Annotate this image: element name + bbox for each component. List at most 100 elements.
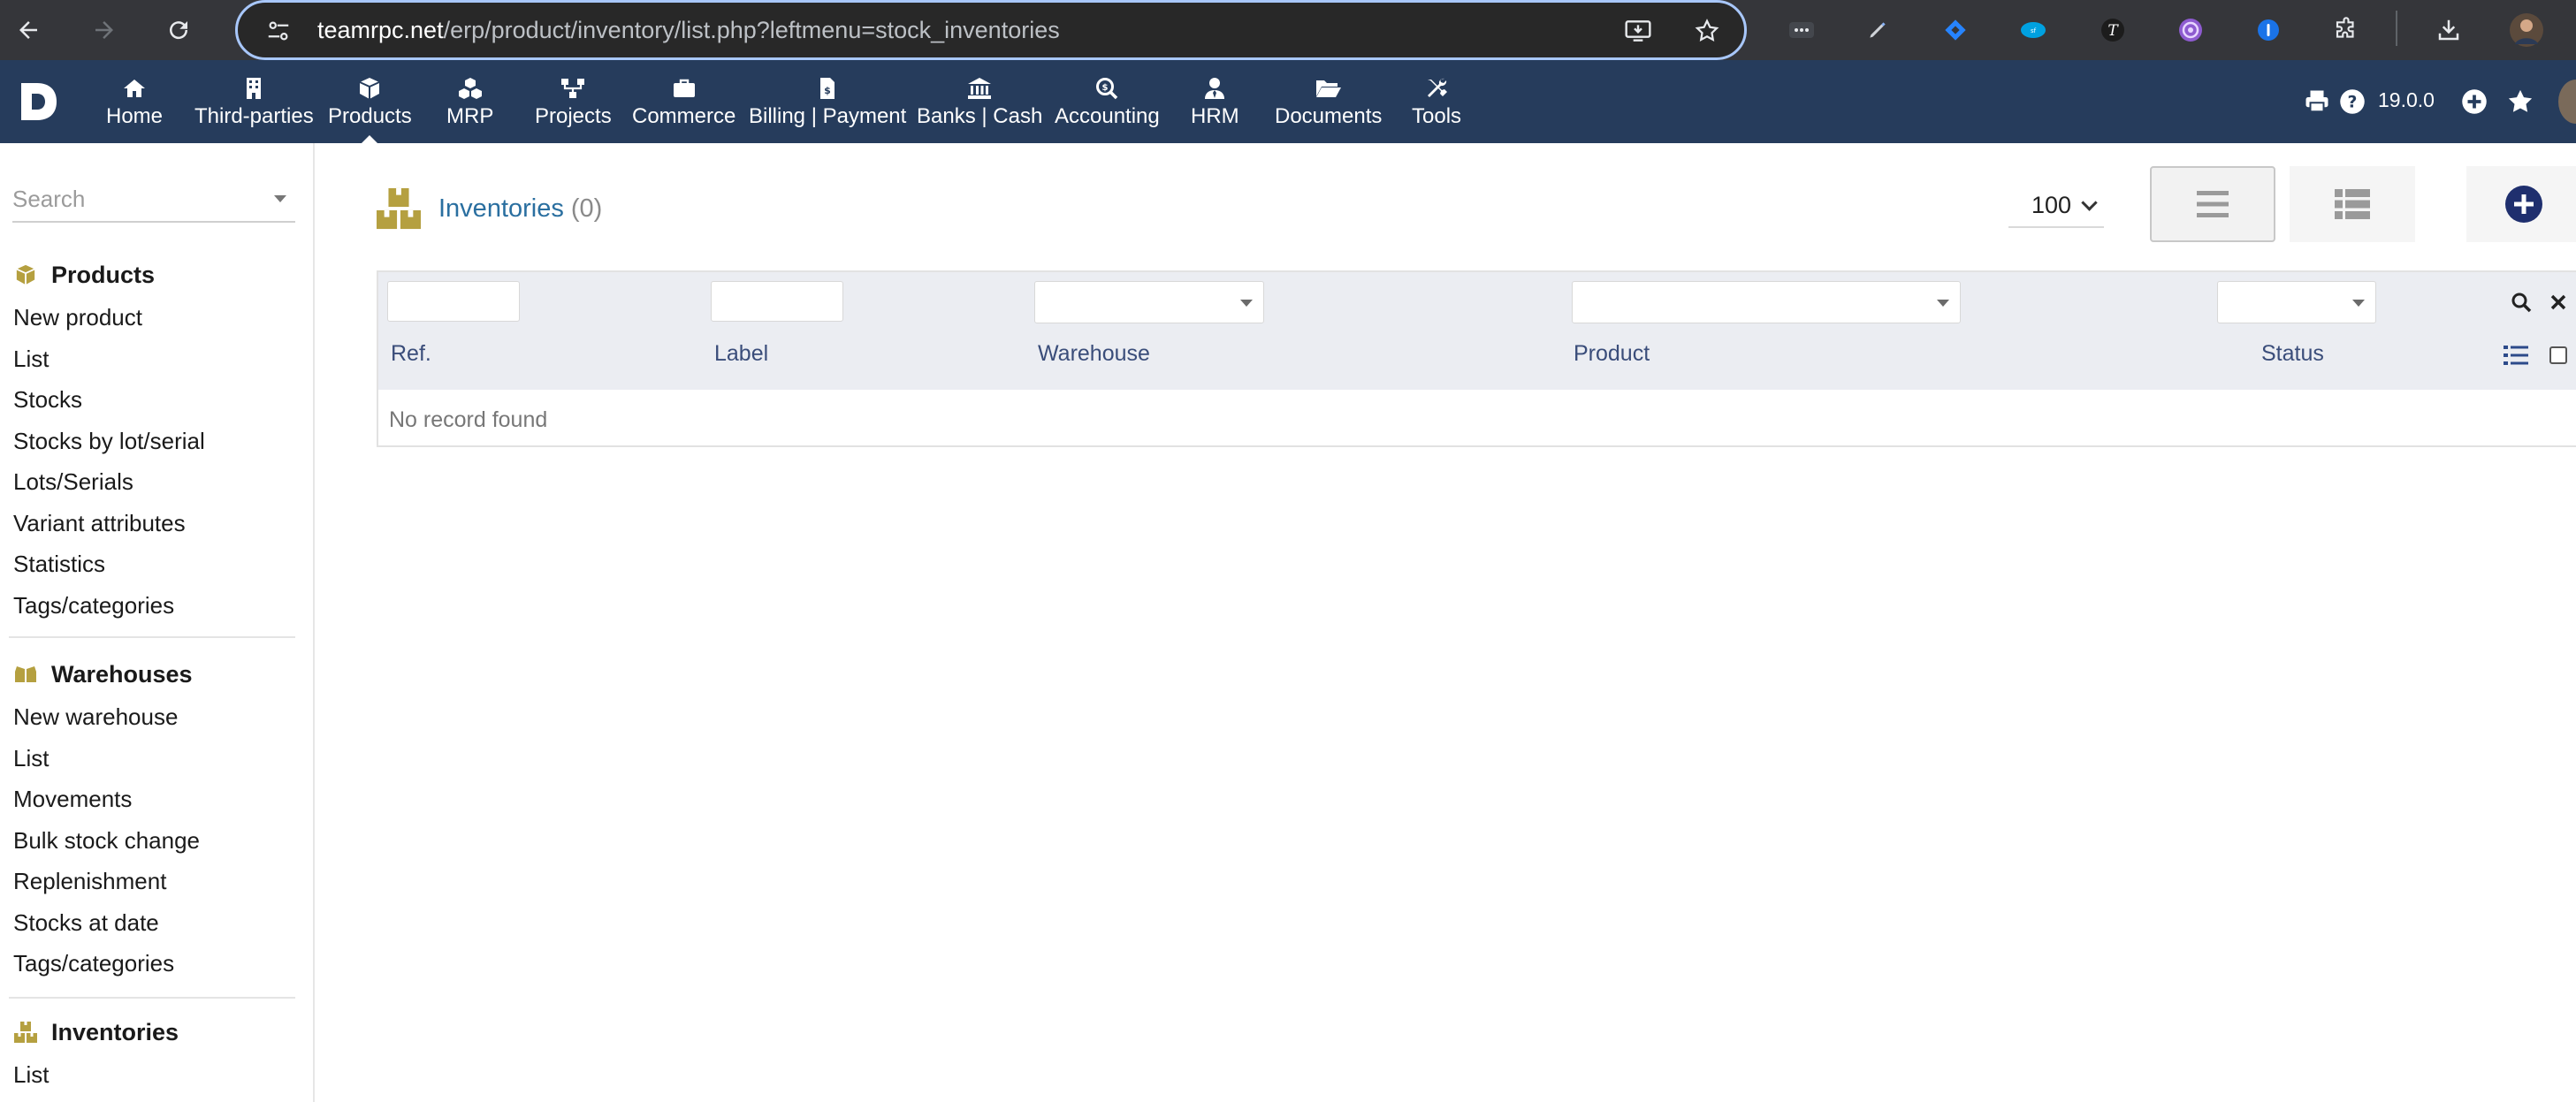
close-icon[interactable] (2544, 288, 2572, 316)
sidebar-link-replenishment[interactable]: Replenishment (0, 861, 315, 902)
list-view-icon (2197, 191, 2229, 217)
sidebar-link-warehouse-list[interactable]: List (0, 738, 315, 779)
page-size-select[interactable]: 100 (2008, 184, 2104, 228)
sidebar-link-movements[interactable]: Movements (0, 779, 315, 820)
t-extension-icon[interactable]: T (2088, 5, 2138, 55)
chevron-down-icon (1240, 300, 1253, 307)
filter-ref-input[interactable] (387, 281, 520, 322)
menu-label: Home (106, 104, 164, 128)
sidebar-link-variant-attributes[interactable]: Variant attributes (0, 503, 315, 544)
boxes-stacked-icon (12, 1019, 39, 1045)
svg-text:$: $ (824, 85, 831, 96)
menu-label: Banks | Cash (917, 104, 1043, 128)
plus-circle-icon[interactable] (2461, 87, 2488, 117)
reload-icon[interactable] (154, 5, 203, 55)
site-info-icon[interactable] (261, 13, 296, 49)
menu-tools[interactable]: Tools (1412, 71, 1461, 136)
menu-mrp[interactable]: MRP (446, 71, 493, 136)
filter-label-input[interactable] (711, 281, 843, 322)
url-path: /erp/product/inventory/list.php?leftmenu… (443, 17, 1060, 43)
filter-product-select[interactable] (1572, 281, 1961, 323)
new-inventory-button[interactable] (2466, 166, 2576, 242)
menu-label: HRM (1191, 104, 1239, 128)
puzzle-icon[interactable] (2321, 5, 2371, 55)
sidebar-search[interactable] (12, 179, 295, 223)
menu-hrm[interactable]: HRM (1191, 71, 1239, 136)
column-selector-icon[interactable] (2500, 341, 2532, 369)
star-icon[interactable] (2507, 87, 2534, 117)
boxes-icon (12, 661, 39, 688)
sidebar-heading-label: Warehouses (51, 660, 193, 688)
cube-icon (12, 262, 39, 288)
sidebar-link-stocks[interactable]: Stocks (0, 379, 315, 421)
menu-label: Products (328, 104, 412, 128)
search-icon[interactable] (2507, 288, 2535, 316)
detailed-list-view-button[interactable] (2290, 166, 2415, 242)
sidebar-link-stocks-by-lot[interactable]: Stocks by lot/serial (0, 421, 315, 462)
sidebar-heading-warehouses[interactable]: Warehouses (0, 652, 315, 696)
print-icon[interactable] (2304, 87, 2330, 117)
filter-label-field[interactable] (712, 282, 842, 321)
page-size-value: 100 (2031, 191, 2072, 218)
sidebar-link-new-product[interactable]: New product (0, 297, 315, 338)
user-avatar[interactable] (2558, 80, 2576, 124)
filter-row: Ref. Label Warehouse Product Status (378, 272, 2576, 390)
column-header-product[interactable]: Product (1574, 341, 1650, 367)
sidebar-search-input[interactable] (12, 179, 260, 219)
column-header-warehouse[interactable]: Warehouse (1038, 341, 1150, 367)
help-icon[interactable]: ? (2339, 87, 2366, 117)
pen-icon[interactable] (1853, 5, 1902, 55)
jira-icon[interactable] (1931, 5, 1980, 55)
sidebar-link-stocks-at-date[interactable]: Stocks at date (0, 902, 315, 944)
sidebar-link-product-tags[interactable]: Tags/categories (0, 585, 315, 627)
download-icon[interactable] (2424, 5, 2473, 55)
menu-banks-cash[interactable]: Banks | Cash (917, 71, 1042, 136)
user-tie-icon (1200, 74, 1230, 103)
list-view-button[interactable] (2150, 166, 2275, 242)
invoice-icon: $ (812, 74, 842, 103)
sidebar-link-product-list[interactable]: List (0, 338, 315, 380)
boxes-stacked-icon (375, 186, 423, 231)
dolibarr-logo-icon[interactable] (16, 78, 60, 125)
bookmark-star-icon[interactable] (1689, 13, 1725, 49)
menu-accounting[interactable]: $ Accounting (1055, 71, 1160, 136)
sidebar-link-inventory-list[interactable]: List (0, 1054, 315, 1096)
menu-documents[interactable]: Documents (1275, 71, 1382, 136)
chevron-down-icon[interactable] (274, 195, 286, 202)
filter-status-select[interactable] (2217, 281, 2376, 323)
salesforce-icon[interactable]: sf (2008, 5, 2058, 55)
address-bar[interactable]: teamrpc.net/erp/product/inventory/list.p… (235, 0, 1747, 60)
sidebar-heading-products[interactable]: Products (0, 253, 315, 297)
password-extension-icon[interactable] (2244, 5, 2293, 55)
building-icon (239, 74, 269, 103)
sidebar-link-lots-serials[interactable]: Lots/Serials (0, 461, 315, 503)
column-header-ref[interactable]: Ref. (391, 341, 431, 367)
sidebar-link-new-warehouse[interactable]: New warehouse (0, 696, 315, 738)
menu-home[interactable]: Home (106, 71, 163, 136)
column-header-label[interactable]: Label (714, 341, 768, 367)
column-header-status[interactable]: Status (2261, 341, 2324, 367)
profile-avatar-icon[interactable] (2502, 5, 2551, 55)
menu-billing-payment[interactable]: $ Billing | Payment (749, 71, 906, 136)
sidebar-section-products: Products New product List Stocks Stocks … (0, 253, 315, 626)
menu-projects[interactable]: Projects (535, 71, 612, 136)
install-app-icon[interactable] (1620, 13, 1656, 49)
filter-ref-field[interactable] (388, 282, 519, 321)
left-sidebar: Products New product List Stocks Stocks … (0, 143, 315, 1102)
select-all-checkbox[interactable] (2549, 346, 2567, 364)
bank-icon (964, 74, 995, 103)
menu-third-parties[interactable]: Third-parties (194, 71, 314, 136)
url-text[interactable]: teamrpc.net/erp/product/inventory/list.p… (317, 3, 1060, 57)
sidebar-heading-label: Inventories (51, 1018, 179, 1045)
sidebar-heading-inventories[interactable]: Inventories (0, 1010, 315, 1054)
menu-commerce[interactable]: Commerce (632, 71, 735, 136)
filter-warehouse-select[interactable] (1034, 281, 1264, 323)
target-extension-icon[interactable] (2166, 5, 2215, 55)
sidebar-link-warehouse-tags[interactable]: Tags/categories (0, 943, 315, 984)
menu-products[interactable]: Products (328, 71, 412, 143)
back-arrow-icon[interactable] (4, 5, 53, 55)
more-dots-icon[interactable] (1777, 5, 1826, 55)
forward-arrow-icon[interactable] (80, 5, 129, 55)
sidebar-link-bulk-stock-change[interactable]: Bulk stock change (0, 820, 315, 862)
sidebar-link-statistics[interactable]: Statistics (0, 543, 315, 585)
